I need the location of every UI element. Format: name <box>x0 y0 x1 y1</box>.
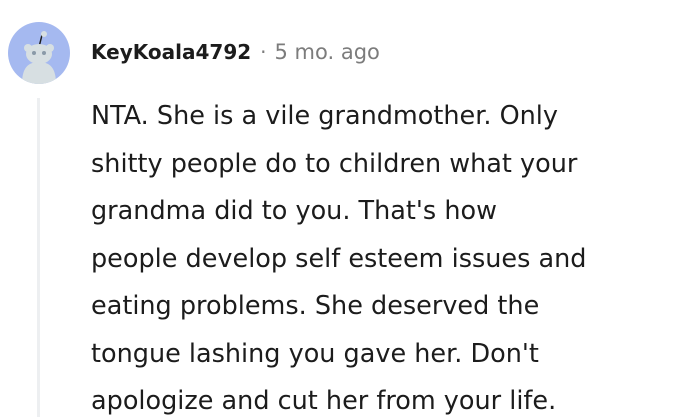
comment-body-line: people develop self esteem issues and <box>91 243 587 274</box>
comment-body-line: tongue lashing you gave her. Don't <box>91 338 539 369</box>
comment-header: KeyKoala4792 · 5 mo. ago <box>91 35 380 69</box>
comment-body-line: grandma did to you. That's how <box>91 196 497 226</box>
comment: KeyKoala4792 · 5 mo. ago NTA. She is a v… <box>0 0 700 417</box>
snoo-avatar-icon[interactable] <box>8 22 70 84</box>
comment-body-line: apologize and cut her from your life. <box>91 386 557 416</box>
comment-body-line: shitty people do to children what your <box>91 148 578 179</box>
comment-body-line: NTA. She is a vile grandmother. Only <box>91 101 558 131</box>
username-link[interactable]: KeyKoala4792 <box>91 40 251 64</box>
comment-body-line: eating problems. She deserved the <box>91 291 540 321</box>
separator-dot: · <box>260 40 267 64</box>
timestamp-link[interactable]: 5 mo. ago <box>275 40 380 64</box>
comment-body: NTA. She is a vile grandmother. Only shi… <box>91 93 586 417</box>
thread-collapse-line[interactable] <box>37 98 40 417</box>
